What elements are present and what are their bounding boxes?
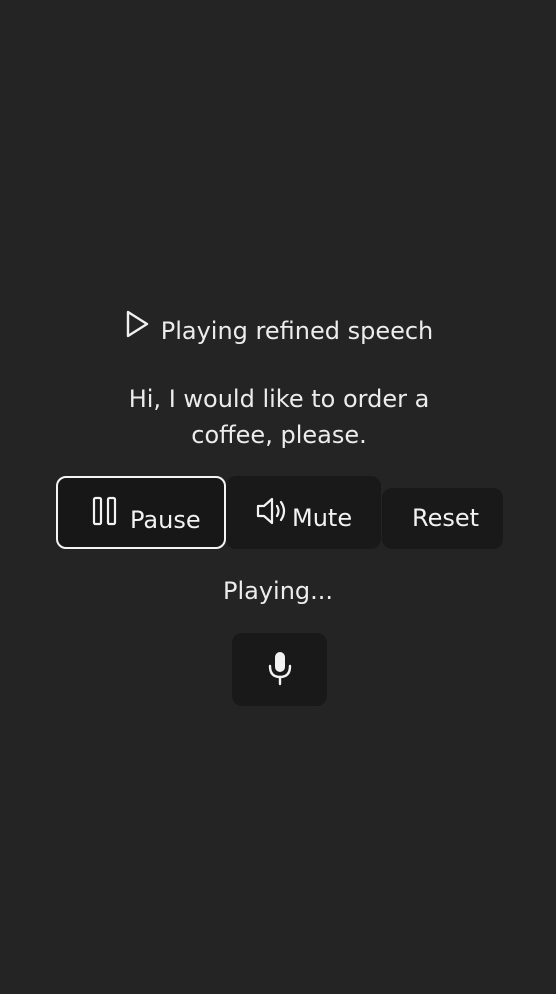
speaker-icon	[256, 497, 286, 525]
mute-button[interactable]: Mute	[226, 476, 381, 549]
pause-icon	[92, 496, 117, 526]
transcript-text: Hi, I would like to order a coffee, plea…	[128, 385, 430, 449]
playback-title: Playing refined speech	[160, 317, 434, 345]
play-icon	[126, 310, 148, 338]
microphone-button[interactable]	[232, 633, 327, 706]
pause-label: Pause	[130, 506, 201, 534]
pause-button[interactable]: Pause	[56, 476, 226, 549]
microphone-icon	[268, 652, 292, 686]
reset-label: Reset	[412, 504, 480, 532]
mute-label: Mute	[292, 504, 353, 532]
playback-status: Playing...	[222, 577, 334, 605]
reset-button[interactable]: Reset	[382, 488, 503, 549]
playback-header: Playing refined speech	[0, 310, 556, 350]
